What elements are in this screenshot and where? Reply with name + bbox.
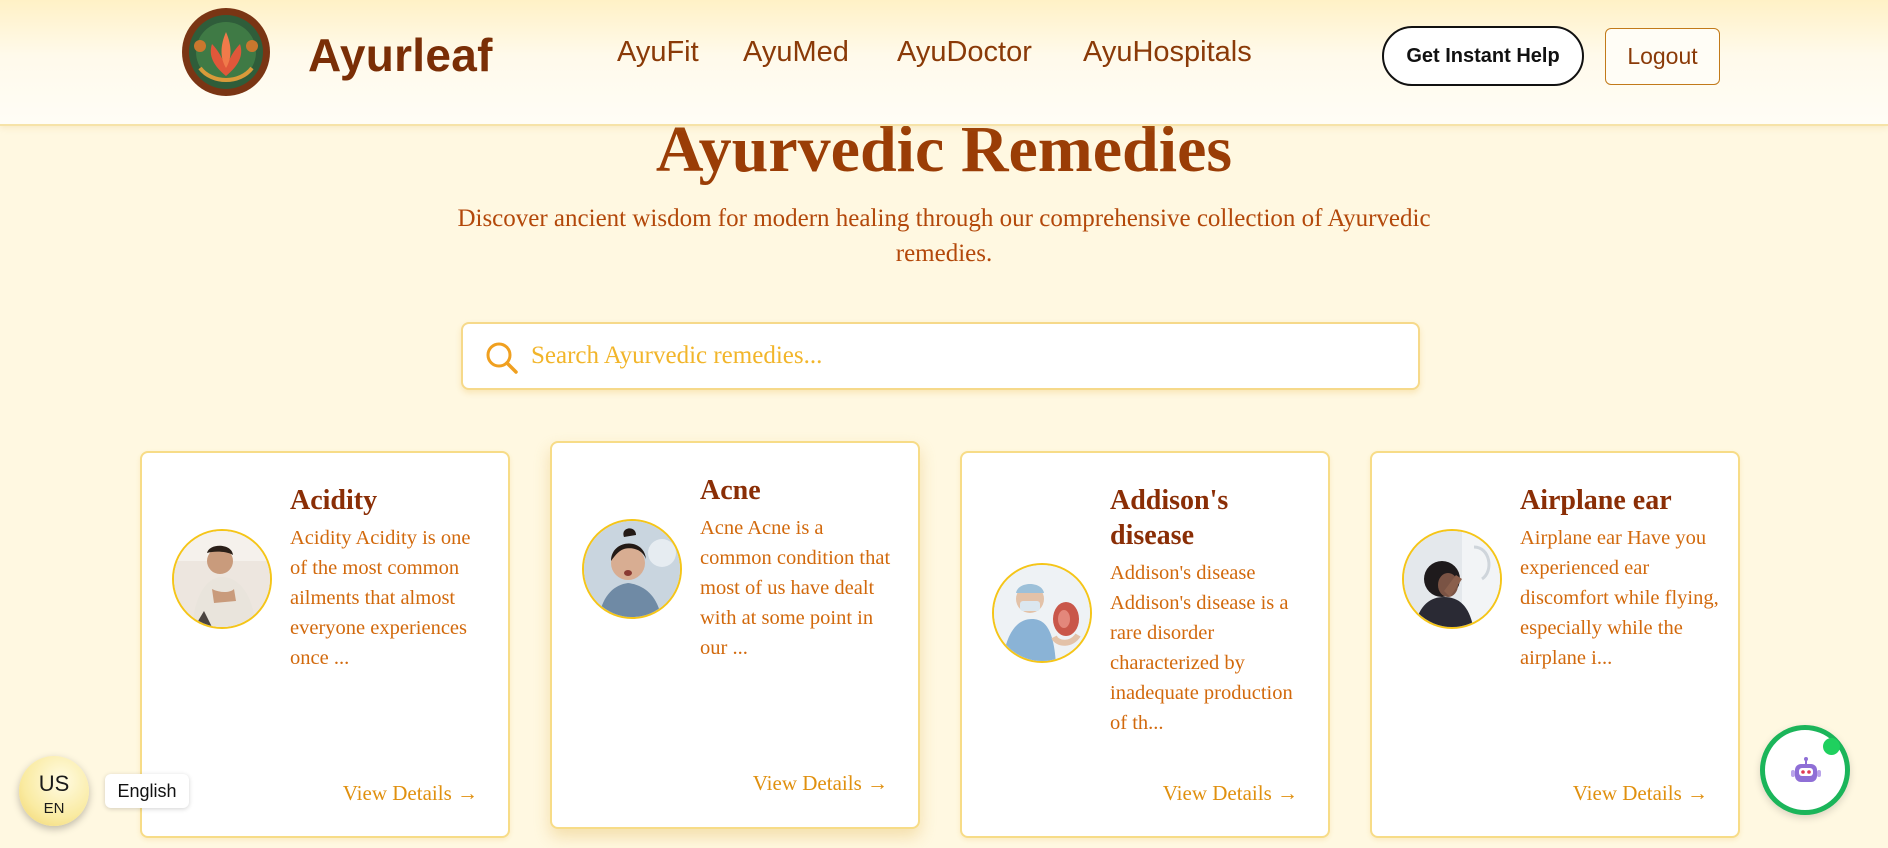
person-holding-ear-photo: [1402, 529, 1502, 629]
remedy-card-acidity[interactable]: Acidity Acidity Acidity is one of the mo…: [140, 451, 510, 838]
doctor-with-kidney-photo: [992, 563, 1092, 663]
card-description: Acne Acne is a common condition that mos…: [700, 517, 891, 659]
remedy-card-airplane-ear[interactable]: Airplane ear Airplane ear Have you exper…: [1370, 451, 1740, 838]
search-icon: [486, 342, 518, 374]
view-details-link[interactable]: View Details →: [753, 771, 888, 796]
card-description: Airplane ear Have you experienced ear di…: [1520, 527, 1719, 669]
region-country: US: [38, 771, 70, 796]
region-language-code: EN: [43, 800, 65, 817]
search-bar: [461, 322, 1420, 390]
nav-item-ayufit[interactable]: AyuFit: [617, 36, 699, 69]
remedy-card-acne[interactable]: Acne Acne Acne is a common condition tha…: [550, 441, 920, 829]
card-title: Acidity: [290, 485, 378, 516]
remedy-card-addisons-disease[interactable]: Addison's disease Addison's disease Addi…: [960, 451, 1330, 838]
region-selector[interactable]: US EN: [19, 756, 89, 826]
card-title: Airplane ear: [1520, 485, 1672, 516]
card-title: Addison's disease: [1110, 485, 1229, 551]
page-subtitle: Discover ancient wisdom for modern heali…: [457, 205, 1431, 267]
card-description: Acidity Acidity is one of the most commo…: [290, 527, 471, 669]
view-details-link[interactable]: View Details →: [343, 781, 478, 806]
chatbot-button[interactable]: [1760, 725, 1850, 815]
online-status-dot: [1823, 738, 1840, 755]
brand-name[interactable]: Ayurleaf: [308, 28, 493, 82]
top-navbar: Ayurleaf AyuFit AyuMed AyuDoctor AyuHosp…: [0, 0, 1888, 126]
person-holding-chest-photo: [172, 529, 272, 629]
woman-with-acne-photo: [582, 519, 682, 619]
view-details-link[interactable]: View Details →: [1163, 781, 1298, 806]
chatbot-icon: [1791, 757, 1821, 782]
lotus-emblem-icon[interactable]: [170, 6, 282, 98]
get-instant-help-button[interactable]: Get Instant Help: [1382, 26, 1584, 86]
nav-item-ayuhospitals[interactable]: AyuHospitals: [1083, 36, 1252, 69]
view-details-link[interactable]: View Details →: [1573, 781, 1708, 806]
logout-button[interactable]: Logout: [1605, 28, 1720, 85]
search-input[interactable]: [531, 334, 1391, 378]
language-label[interactable]: English: [105, 774, 189, 808]
nav-item-ayudoctor[interactable]: AyuDoctor: [897, 36, 1032, 69]
nav-item-ayumed[interactable]: AyuMed: [743, 36, 849, 69]
card-description: Addison's disease Addison's disease is a…: [1110, 562, 1293, 734]
card-title: Acne: [700, 475, 761, 506]
